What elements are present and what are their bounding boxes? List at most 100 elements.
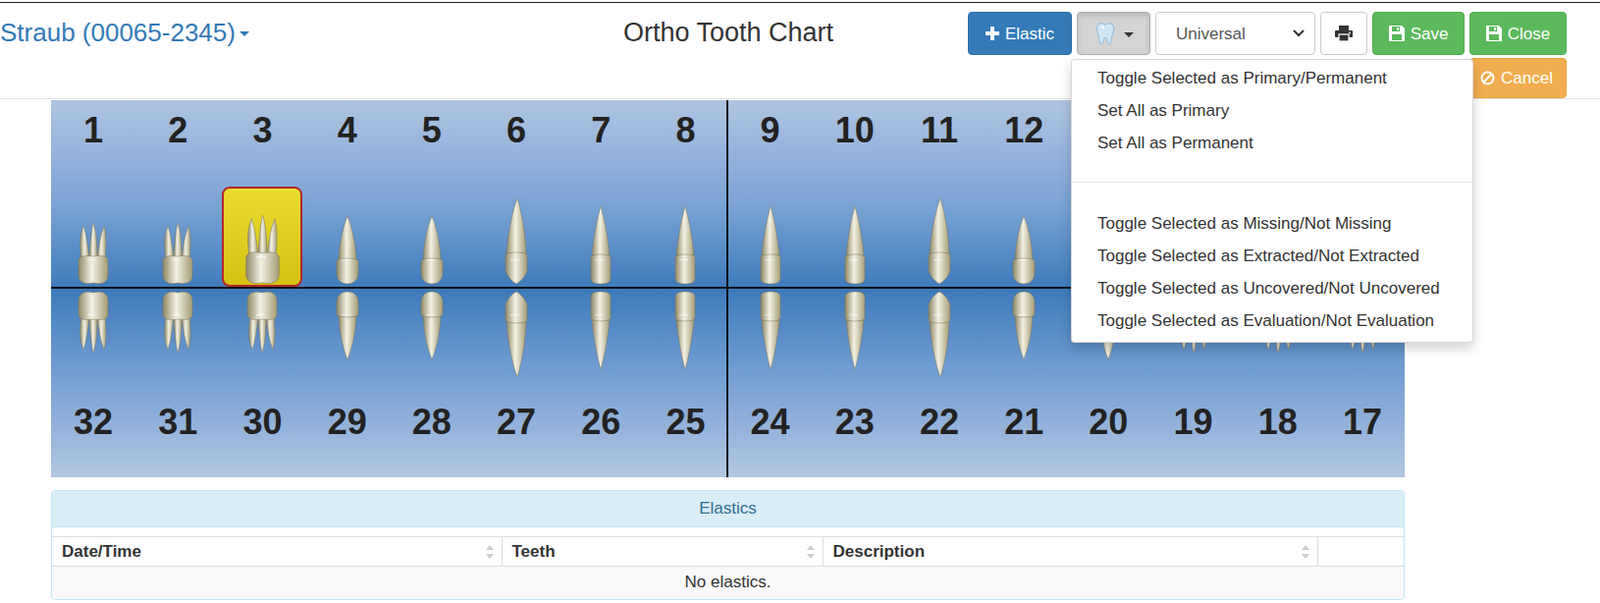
close-button[interactable]: Close bbox=[1469, 11, 1567, 55]
close-label[interactable]: Close bbox=[1507, 23, 1550, 45]
tooth-number[interactable]: 29 bbox=[327, 401, 368, 442]
cancel-button[interactable]: Cancel bbox=[1469, 57, 1567, 99]
tooth[interactable] bbox=[221, 288, 303, 385]
tooth[interactable] bbox=[899, 288, 980, 385]
tooth-number[interactable]: 28 bbox=[412, 401, 452, 442]
tooth[interactable] bbox=[221, 186, 303, 287]
save-label[interactable]: Save bbox=[1410, 23, 1449, 45]
tooth-number[interactable]: 19 bbox=[1173, 401, 1214, 442]
tooth-cell bbox=[219, 186, 305, 287]
menu-item[interactable]: Toggle Selected as Evaluation/Not Evalua… bbox=[1071, 304, 1473, 337]
tooth-number[interactable]: 11 bbox=[920, 109, 959, 151]
patient-name[interactable]: Straub (00065-2345) bbox=[0, 17, 236, 48]
tooth[interactable] bbox=[53, 186, 134, 287]
menu-item-label[interactable]: Toggle Selected as Uncovered/Not Uncover… bbox=[1097, 278, 1440, 298]
menu-item-label[interactable]: Toggle Selected as Evaluation/Not Evalua… bbox=[1097, 311, 1435, 330]
tooth[interactable] bbox=[476, 288, 557, 385]
tooth[interactable] bbox=[814, 288, 896, 385]
column-label[interactable]: Teeth bbox=[512, 541, 556, 561]
patient-menu[interactable]: Straub (00065-2345) bbox=[0, 11, 491, 48]
tooth-number[interactable]: 18 bbox=[1258, 401, 1298, 442]
menu-item-label[interactable]: Toggle Selected as Missing/Not Missing bbox=[1097, 213, 1392, 233]
elastic-label[interactable]: Elastic bbox=[1005, 23, 1055, 45]
molar-tooth-icon bbox=[73, 196, 113, 285]
cancel-label[interactable]: Cancel bbox=[1500, 67, 1553, 89]
tooth-number[interactable]: 26 bbox=[581, 401, 621, 442]
column-header[interactable]: Date/Time bbox=[52, 536, 502, 567]
menu-item[interactable]: Toggle Selected as Extracted/Not Extract… bbox=[1071, 239, 1473, 272]
elastic-button[interactable]: Elastic bbox=[967, 11, 1072, 55]
tooth[interactable] bbox=[476, 186, 557, 287]
tooth-number[interactable]: 23 bbox=[835, 401, 875, 442]
tooth[interactable] bbox=[644, 288, 726, 385]
tooth[interactable] bbox=[307, 288, 388, 385]
tooth-number-cell: 21 bbox=[981, 402, 1067, 478]
column-label[interactable]: Date/Time bbox=[61, 541, 142, 561]
tooth[interactable] bbox=[983, 186, 1065, 287]
tooth-cell bbox=[474, 288, 559, 385]
menu-item-label[interactable]: Toggle Selected as Primary/Permanent bbox=[1097, 68, 1387, 88]
midline bbox=[726, 100, 729, 478]
tooth[interactable] bbox=[560, 186, 641, 287]
menu-item-label[interactable]: Set All as Primary bbox=[1097, 101, 1229, 120]
tooth-options-button[interactable] bbox=[1076, 11, 1151, 55]
menu-item-label[interactable]: Set All as Permanent bbox=[1097, 133, 1254, 153]
tooth[interactable] bbox=[391, 288, 473, 385]
print-button[interactable] bbox=[1320, 11, 1368, 55]
tooth[interactable] bbox=[560, 288, 641, 385]
tooth[interactable] bbox=[137, 186, 218, 287]
tooth-number-cell: 2 bbox=[135, 100, 220, 161]
tooth-number[interactable]: 21 bbox=[1004, 401, 1044, 442]
tooth-number[interactable]: 20 bbox=[1088, 401, 1128, 442]
tooth-number[interactable]: 9 bbox=[760, 109, 781, 151]
tooth-number[interactable]: 22 bbox=[919, 401, 960, 442]
tooth-number[interactable]: 27 bbox=[496, 401, 536, 442]
column-header[interactable]: Description bbox=[822, 536, 1318, 567]
save-button[interactable]: Save bbox=[1372, 11, 1465, 55]
tooth-number[interactable]: 30 bbox=[242, 401, 282, 442]
tooth-number[interactable]: 2 bbox=[167, 109, 188, 151]
tooth[interactable] bbox=[391, 186, 473, 287]
chevron-down-icon bbox=[1292, 29, 1305, 38]
incisor-tooth-icon bbox=[665, 290, 705, 379]
caret-icon bbox=[1123, 32, 1134, 38]
tooth[interactable] bbox=[53, 288, 134, 385]
column-header[interactable]: Teeth bbox=[501, 536, 823, 567]
tooth-number-cell: 29 bbox=[305, 402, 390, 478]
tooth-number[interactable]: 5 bbox=[422, 109, 442, 151]
tooth[interactable] bbox=[730, 186, 811, 287]
tooth-number-cell: 9 bbox=[728, 100, 813, 161]
menu-item[interactable]: Set All as Permanent bbox=[1071, 126, 1473, 160]
menu-item-label[interactable]: Toggle Selected as Extracted/Not Extract… bbox=[1097, 246, 1420, 266]
tooth[interactable] bbox=[983, 288, 1065, 385]
tooth-number[interactable]: 24 bbox=[750, 401, 791, 442]
menu-item[interactable]: Toggle Selected as Missing/Not Missing bbox=[1071, 207, 1473, 240]
tooth-number[interactable]: 17 bbox=[1342, 401, 1383, 442]
tooth[interactable] bbox=[307, 186, 388, 287]
tooth[interactable] bbox=[814, 186, 896, 287]
canine-tooth-icon bbox=[496, 196, 536, 285]
tooth-number[interactable]: 1 bbox=[83, 109, 104, 151]
numbering-value[interactable]: Universal bbox=[1175, 23, 1246, 45]
tooth-number[interactable]: 3 bbox=[252, 109, 272, 151]
save-icon bbox=[1388, 25, 1405, 42]
canine-tooth-icon bbox=[919, 290, 960, 379]
tooth-number[interactable]: 7 bbox=[590, 109, 611, 151]
tooth-number[interactable]: 25 bbox=[665, 401, 705, 442]
menu-item[interactable]: Set All as Primary bbox=[1071, 94, 1473, 127]
tooth-number[interactable]: 12 bbox=[1004, 109, 1044, 151]
tooth-number[interactable]: 31 bbox=[158, 401, 198, 442]
tooth[interactable] bbox=[730, 288, 811, 385]
tooth-number[interactable]: 32 bbox=[73, 401, 113, 442]
menu-item[interactable]: Toggle Selected as Primary/Permanent bbox=[1071, 61, 1473, 95]
menu-item[interactable]: Toggle Selected as Uncovered/Not Uncover… bbox=[1071, 271, 1473, 305]
tooth-number[interactable]: 8 bbox=[675, 109, 695, 151]
tooth-number[interactable]: 6 bbox=[506, 109, 527, 151]
tooth[interactable] bbox=[137, 288, 218, 385]
column-label[interactable]: Description bbox=[833, 541, 926, 561]
tooth-number[interactable]: 4 bbox=[337, 109, 358, 151]
tooth[interactable] bbox=[899, 186, 980, 287]
numbering-select[interactable]: Universal bbox=[1155, 11, 1316, 55]
tooth-number[interactable]: 10 bbox=[835, 109, 875, 151]
tooth[interactable] bbox=[644, 186, 726, 287]
